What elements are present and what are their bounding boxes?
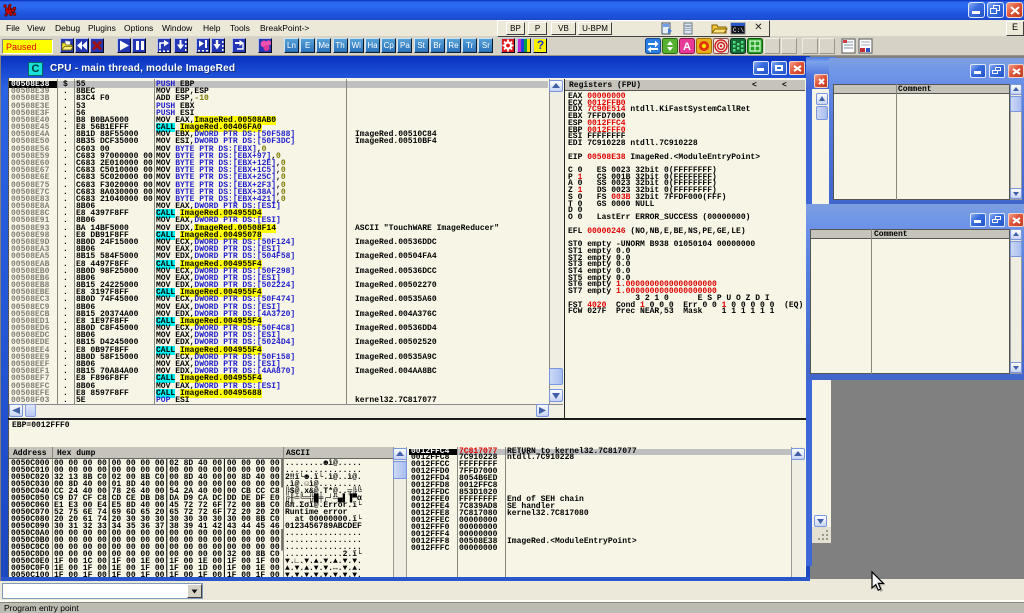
svg-text:A: A — [683, 41, 691, 53]
svg-text:C:\: C:\ — [733, 27, 744, 34]
